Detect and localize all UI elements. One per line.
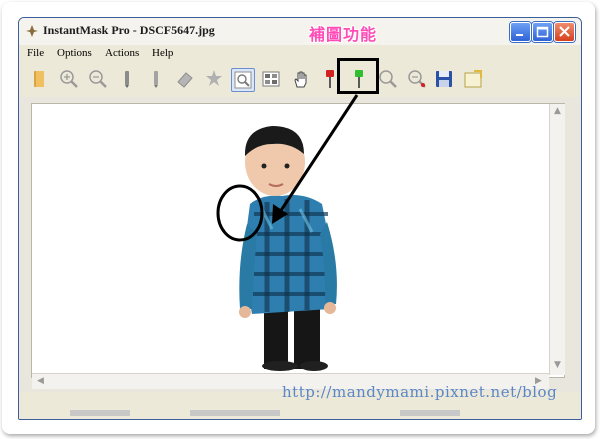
close-icon (559, 26, 570, 37)
window-title: InstantMask Pro - DSCF5647.jpg (43, 23, 215, 37)
zoom-minus-icon[interactable] (406, 68, 428, 90)
toolbar (19, 63, 581, 97)
menu-actions[interactable]: Actions (105, 47, 139, 59)
menu-options[interactable]: Options (57, 47, 92, 59)
pencil-gray-icon[interactable] (145, 68, 167, 90)
title-bar[interactable]: InstantMask Pro - DSCF5647.jpg 補圖功能 (19, 18, 581, 45)
grid-icon[interactable] (260, 68, 282, 90)
feature-label: 補圖功能 (309, 25, 378, 44)
zoom-fit-icon[interactable] (231, 68, 255, 92)
maximize-button[interactable] (532, 22, 553, 42)
scroll-left-icon[interactable]: ◀ (34, 375, 47, 388)
image-canvas[interactable] (31, 103, 565, 378)
zoom-plus-icon[interactable] (377, 68, 399, 90)
highlight-box (337, 58, 379, 94)
menu-help[interactable]: Help (152, 47, 173, 59)
pencil-icon[interactable] (116, 68, 138, 90)
minimize-icon (516, 34, 523, 36)
zoom-in-icon[interactable] (58, 68, 80, 90)
save-icon[interactable] (433, 68, 455, 90)
open-book-icon[interactable] (29, 68, 51, 90)
export-icon[interactable] (462, 68, 484, 90)
minimize-button[interactable] (510, 22, 531, 42)
maximize-icon (536, 26, 549, 38)
app-icon (26, 25, 38, 37)
hand-icon[interactable] (290, 68, 312, 90)
child-photo (239, 126, 337, 371)
vertical-scrollbar[interactable]: ▲ ▼ (549, 104, 565, 375)
menu-file[interactable]: File (27, 47, 44, 59)
watermark-text: http://mandymami.pixnet.net/blog (282, 383, 558, 401)
magic-wand-icon[interactable] (203, 68, 225, 90)
scroll-up-icon[interactable]: ▲ (551, 105, 564, 118)
zoom-out-icon[interactable] (87, 68, 109, 90)
menu-bar: File Options Actions Help (19, 45, 581, 64)
close-button[interactable] (554, 22, 575, 42)
page-edge-fragment (70, 410, 460, 416)
scroll-down-icon[interactable]: ▼ (551, 359, 564, 372)
app-window: InstantMask Pro - DSCF5647.jpg 補圖功能 File… (18, 17, 582, 420)
eraser-icon[interactable] (174, 68, 196, 90)
